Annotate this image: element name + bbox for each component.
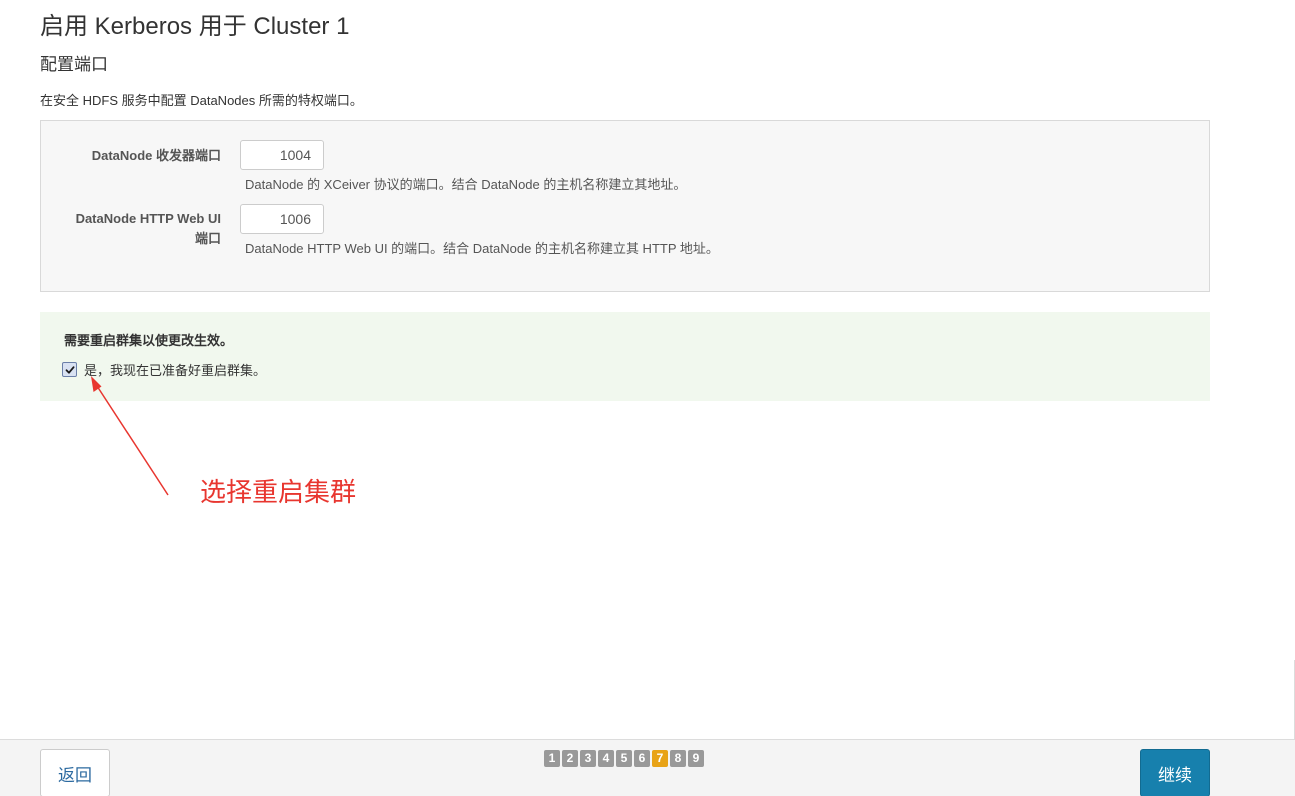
step-6: 6 <box>634 750 650 767</box>
step-9: 9 <box>688 750 704 767</box>
checkmark-icon <box>65 365 74 374</box>
transceiver-port-help: DataNode 的 XCeiver 协议的端口。结合 DataNode 的主机… <box>245 177 687 192</box>
step-8: 8 <box>670 750 686 767</box>
http-port-label-line2: 端口 <box>194 231 221 246</box>
http-port-label: DataNode HTTP Web UI 端口 <box>51 209 221 249</box>
transceiver-port-label: DataNode 收发器端口 <box>91 148 221 163</box>
http-port-label-line1: DataNode HTTP Web UI <box>75 211 221 226</box>
restart-confirm-checkbox[interactable] <box>62 362 77 377</box>
continue-button[interactable]: 继续 <box>1140 749 1210 796</box>
step-3: 3 <box>580 750 596 767</box>
http-port-input[interactable] <box>240 204 324 234</box>
port-config-panel: DataNode 收发器端口 DataNode 的 XCeiver 协议的端口。… <box>40 120 1210 292</box>
restart-confirm-option[interactable]: 是，我现在已准备好重启群集。 <box>62 360 266 379</box>
annotation-text: 选择重启集群 <box>200 478 357 508</box>
restart-confirm-label: 是，我现在已准备好重启群集。 <box>84 363 267 378</box>
step-7: 7 <box>652 750 668 767</box>
step-2: 2 <box>562 750 578 767</box>
wizard-footer: 返回 1 2 3 4 5 6 7 8 9 继续 <box>0 739 1295 796</box>
step-5: 5 <box>616 750 632 767</box>
step-1: 1 <box>544 750 560 767</box>
step-indicator: 1 2 3 4 5 6 7 8 9 <box>544 750 704 767</box>
restart-notice-title: 需要重启群集以使更改生效。 <box>64 333 234 348</box>
step-4: 4 <box>598 750 614 767</box>
back-button[interactable]: 返回 <box>40 749 110 796</box>
page-description: 在安全 HDFS 服务中配置 DataNodes 所需的特权端口。 <box>40 93 363 108</box>
page-title: 启用 Kerberos 用于 Cluster 1 <box>40 13 350 40</box>
transceiver-port-input[interactable] <box>240 140 324 170</box>
wizard-page: 启用 Kerberos 用于 Cluster 1 配置端口 在安全 HDFS 服… <box>0 0 1295 796</box>
restart-notice: 需要重启群集以使更改生效。 是，我现在已准备好重启群集。 <box>40 312 1210 401</box>
page-subtitle: 配置端口 <box>40 55 108 74</box>
http-port-help: DataNode HTTP Web UI 的端口。结合 DataNode 的主机… <box>245 241 719 256</box>
